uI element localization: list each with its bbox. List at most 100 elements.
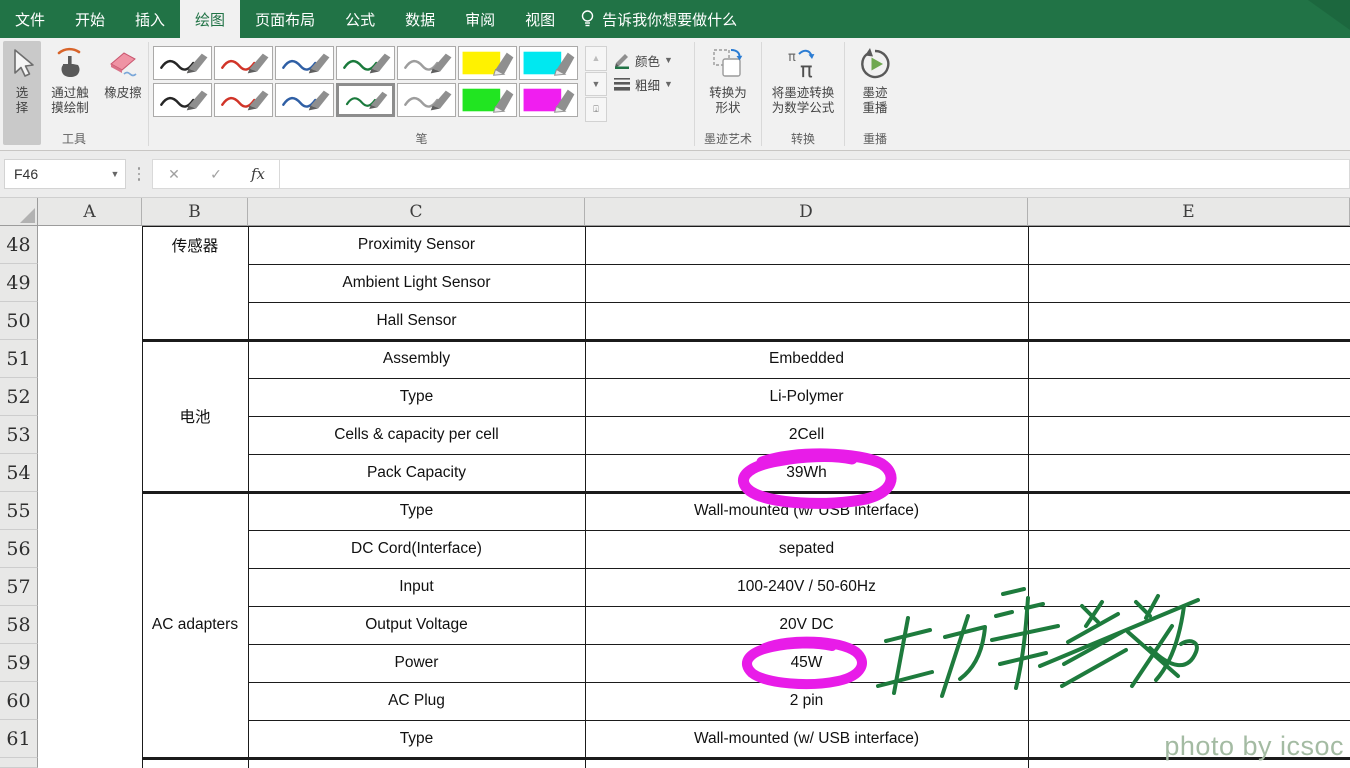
column-header[interactable]: C xyxy=(248,198,585,226)
cell[interactable]: Hall Sensor xyxy=(248,302,585,340)
row-header[interactable]: 51 xyxy=(0,340,38,378)
pen-swatch[interactable] xyxy=(397,46,456,80)
pen-icon xyxy=(276,47,333,79)
highlighter-icon xyxy=(459,47,516,79)
ink-color-dropdown[interactable]: 颜色 ▼ xyxy=(613,48,687,72)
name-box[interactable]: F46 ▼ xyxy=(4,159,126,189)
row-header[interactable]: 48 xyxy=(0,226,38,264)
confirm-entry-button[interactable]: ✓ xyxy=(195,166,237,183)
cell[interactable]: Ambient Light Sensor xyxy=(248,264,585,302)
tell-me-label: 告诉我你想要做什么 xyxy=(602,9,737,30)
cell[interactable]: Assembly xyxy=(248,340,585,378)
row-header[interactable]: 60 xyxy=(0,682,38,720)
cell[interactable]: 2 pin xyxy=(585,682,1028,720)
cell[interactable]: 45W xyxy=(585,644,1028,682)
select-all-corner[interactable] xyxy=(0,198,38,226)
column-header[interactable]: A xyxy=(38,198,142,226)
cell[interactable] xyxy=(585,226,1028,264)
row-header[interactable]: 58 xyxy=(0,606,38,644)
row-header[interactable]: 57 xyxy=(0,568,38,606)
cell[interactable]: Input xyxy=(248,568,585,606)
table-border xyxy=(248,302,1350,303)
cell[interactable]: 2Cell xyxy=(585,416,1028,454)
cell[interactable]: Wall-mounted (w/ USB interface) xyxy=(585,720,1028,758)
highlighter-swatch[interactable] xyxy=(519,83,578,117)
svg-text:π: π xyxy=(788,50,796,65)
row-header[interactable]: 49 xyxy=(0,264,38,302)
gallery-scroll-down-button[interactable]: ▼ xyxy=(585,72,607,97)
tell-me-box[interactable]: 告诉我你想要做什么 xyxy=(580,0,737,38)
cell[interactable]: Type xyxy=(248,378,585,416)
name-box-dropdown-icon[interactable]: ▼ xyxy=(105,169,125,179)
cell[interactable]: Type xyxy=(248,720,585,758)
highlighter-icon xyxy=(520,84,577,116)
ribbon-tab[interactable]: 公式 xyxy=(330,0,390,38)
pen-swatch[interactable] xyxy=(336,46,395,80)
cell[interactable]: DC Cord(Interface) xyxy=(248,530,585,568)
cell[interactable]: 39Wh xyxy=(585,454,1028,492)
row-header[interactable]: 52 xyxy=(0,378,38,416)
cancel-entry-button[interactable]: ✕ xyxy=(153,166,195,183)
cell[interactable]: Embedded xyxy=(585,340,1028,378)
pen-swatch[interactable] xyxy=(397,83,456,117)
watermark: photo by icsoc xyxy=(1164,731,1344,762)
insert-function-button[interactable]: fx xyxy=(237,165,279,183)
row-header[interactable]: 61 xyxy=(0,720,38,758)
cell[interactable] xyxy=(585,302,1028,340)
row-header[interactable] xyxy=(0,758,38,768)
ribbon-tab[interactable]: 插入 xyxy=(120,0,180,38)
cell[interactable]: 100-240V / 50-60Hz xyxy=(585,568,1028,606)
cell[interactable]: Power xyxy=(248,644,585,682)
cell[interactable]: Wall-mounted (w/ USB interface) xyxy=(585,492,1028,530)
row-header[interactable]: 55 xyxy=(0,492,38,530)
cell[interactable]: Pack Capacity xyxy=(248,454,585,492)
ribbon-tab[interactable]: 文件 xyxy=(0,0,60,38)
formula-bar-handle[interactable] xyxy=(126,167,152,181)
ribbon-tab[interactable]: 数据 xyxy=(390,0,450,38)
ribbon-tab[interactable]: 开始 xyxy=(60,0,120,38)
merged-cell[interactable]: AC adapters xyxy=(142,492,248,758)
column-header[interactable]: D xyxy=(585,198,1028,226)
pen-swatch[interactable] xyxy=(214,83,273,117)
highlighter-swatch[interactable] xyxy=(458,46,517,80)
ribbon-tab[interactable]: 视图 xyxy=(510,0,570,38)
eraser-icon xyxy=(106,47,140,81)
ribbon-tab[interactable]: 绘图 xyxy=(180,0,240,38)
cell[interactable] xyxy=(585,264,1028,302)
row-header[interactable]: 53 xyxy=(0,416,38,454)
pen-swatch[interactable] xyxy=(336,83,395,117)
excel-window: 文件开始插入绘图页面布局公式数据审阅视图 告诉我你想要做什么 选择 xyxy=(0,0,1350,768)
row-header[interactable]: 50 xyxy=(0,302,38,340)
row-header[interactable]: 56 xyxy=(0,530,38,568)
ink-art-group-label: 墨迹艺术 xyxy=(695,130,761,147)
merged-cell[interactable]: 电池 xyxy=(142,340,248,492)
gallery-more-button[interactable]: ⍗ xyxy=(585,97,607,122)
highlighter-icon xyxy=(520,47,577,79)
row-header[interactable]: 54 xyxy=(0,454,38,492)
cell[interactable]: Output Voltage xyxy=(248,606,585,644)
formula-input[interactable] xyxy=(280,159,1350,189)
merged-cell[interactable]: 传感器 xyxy=(142,226,248,264)
cell[interactable]: Type xyxy=(248,492,585,530)
ribbon-tab[interactable]: 审阅 xyxy=(450,0,510,38)
pen-swatch[interactable] xyxy=(275,46,334,80)
cell[interactable]: Cells & capacity per cell xyxy=(248,416,585,454)
column-header[interactable]: B xyxy=(142,198,248,226)
highlighter-swatch[interactable] xyxy=(458,83,517,117)
highlighter-swatch[interactable] xyxy=(519,46,578,80)
cell[interactable]: AC Plug xyxy=(248,682,585,720)
pen-swatch[interactable] xyxy=(153,83,212,117)
cell[interactable]: 20V DC xyxy=(585,606,1028,644)
pen-swatch[interactable] xyxy=(275,83,334,117)
cell[interactable]: sepated xyxy=(585,530,1028,568)
cell[interactable]: Li-Polymer xyxy=(585,378,1028,416)
cell[interactable]: Proximity Sensor xyxy=(248,226,585,264)
ribbon-tab[interactable]: 页面布局 xyxy=(240,0,330,38)
gallery-scroll-up-button[interactable]: ▲ xyxy=(585,46,607,71)
pen-swatch[interactable] xyxy=(214,46,273,80)
pen-swatch[interactable] xyxy=(153,46,212,80)
column-header[interactable]: E xyxy=(1028,198,1350,226)
table-border xyxy=(248,720,1350,721)
row-header[interactable]: 59 xyxy=(0,644,38,682)
ink-thickness-dropdown[interactable]: 粗细 ▼ xyxy=(613,72,687,96)
